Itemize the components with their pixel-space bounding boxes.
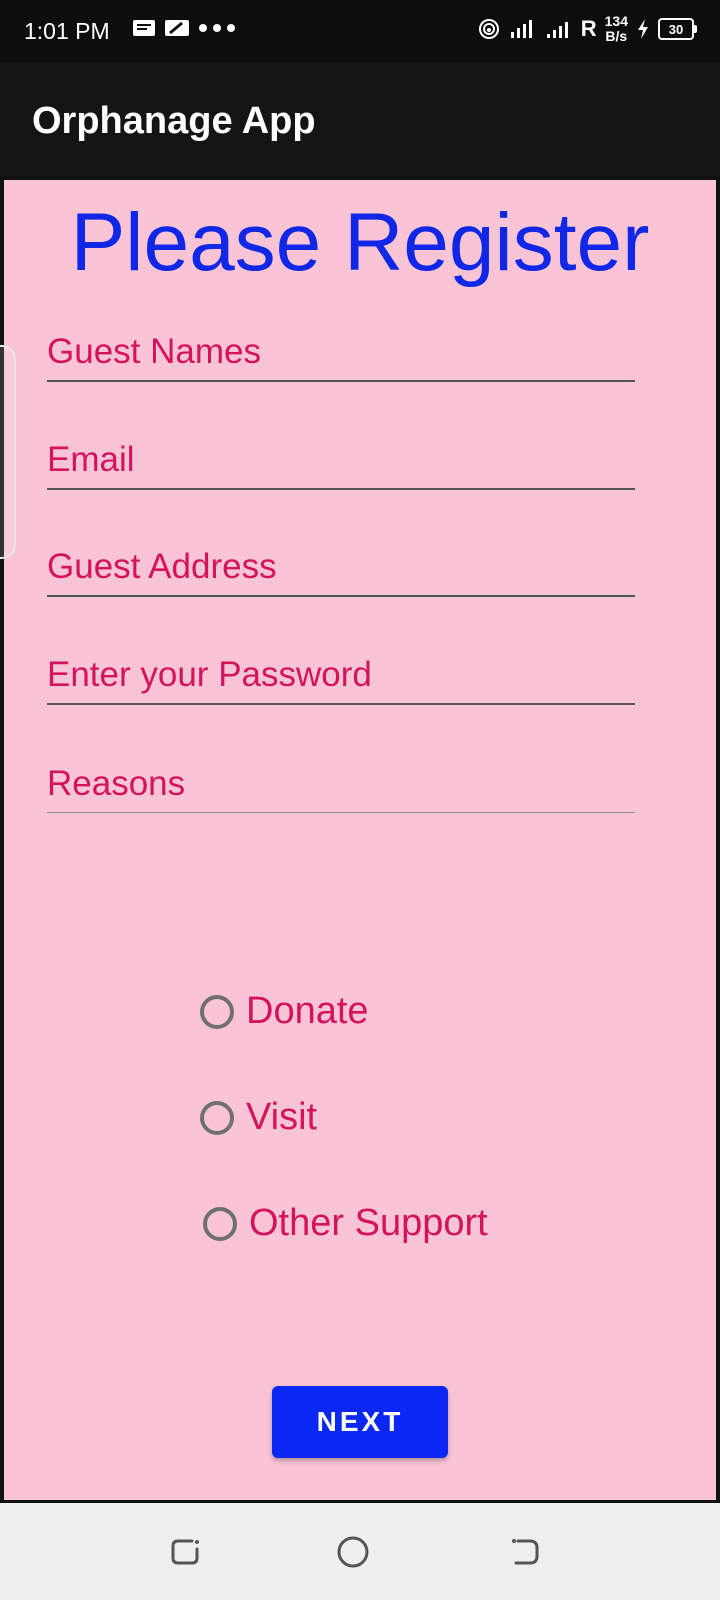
battery-icon: 30 <box>658 18 697 40</box>
speed-value: 134 <box>604 13 628 29</box>
message-icon <box>133 20 155 36</box>
hotspot-icon <box>478 19 499 39</box>
password-field-wrapper <box>47 655 635 705</box>
reasons-field[interactable] <box>47 764 635 813</box>
radio-button-icon[interactable] <box>200 994 234 1029</box>
charging-icon <box>638 19 648 39</box>
more-dots-icon <box>199 24 235 32</box>
navigation-bar <box>0 1503 720 1600</box>
sim-icon <box>165 20 189 36</box>
signal-icon-2 <box>546 22 568 38</box>
radio-label-donate: Donate <box>246 990 369 1032</box>
registration-form: Please Register Donate Visit Other Suppo… <box>4 180 716 1500</box>
email-field-wrapper <box>47 440 635 490</box>
status-bar: 1:01 PM R 134 B/s 30 <box>0 0 720 62</box>
radio-button-icon[interactable] <box>200 1100 234 1135</box>
status-system-icons: R 134 B/s 30 <box>477 14 697 44</box>
network-speed: 134 B/s <box>605 14 628 44</box>
radio-visit[interactable]: Visit <box>200 1096 317 1139</box>
battery-level: 30 <box>668 21 684 37</box>
reasons-field-wrapper <box>47 764 635 813</box>
edge-panel-handle[interactable] <box>0 345 16 559</box>
app-bar: Orphanage App <box>0 62 720 176</box>
radio-other-support[interactable]: Other Support <box>203 1202 488 1245</box>
speed-unit: B/s <box>605 28 628 44</box>
app-title: Orphanage App <box>32 100 316 142</box>
password-field[interactable] <box>47 655 635 705</box>
recents-icon[interactable] <box>168 1535 202 1569</box>
home-icon[interactable] <box>336 1535 370 1569</box>
back-icon[interactable] <box>508 1535 542 1569</box>
radio-label-other-support: Other Support <box>249 1202 488 1244</box>
network-type: R <box>580 16 597 41</box>
email-field[interactable] <box>47 440 635 490</box>
status-time: 1:01 PM <box>24 18 110 44</box>
guest-names-field-wrapper <box>47 332 635 382</box>
next-button[interactable]: NEXT <box>272 1386 448 1458</box>
status-notification-icons <box>132 18 236 38</box>
guest-address-field[interactable] <box>47 547 635 597</box>
guest-names-field[interactable] <box>47 332 635 382</box>
radio-label-visit: Visit <box>246 1096 318 1138</box>
signal-icon <box>510 20 532 38</box>
radio-donate[interactable]: Donate <box>200 990 369 1033</box>
radio-button-icon[interactable] <box>203 1206 237 1241</box>
guest-address-field-wrapper <box>47 547 635 597</box>
page-title: Please Register <box>70 197 650 288</box>
